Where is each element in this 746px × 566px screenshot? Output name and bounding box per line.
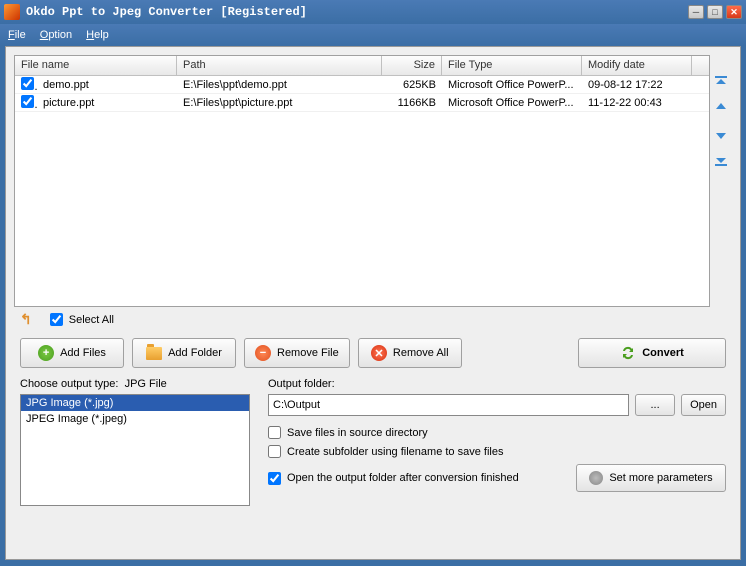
menu-option[interactable]: Option	[40, 29, 72, 41]
table-row[interactable]: demo.pptE:\Files\ppt\demo.ppt625KBMicros…	[15, 76, 709, 94]
menu-file[interactable]: File	[8, 29, 26, 41]
move-up-button[interactable]	[712, 99, 730, 117]
more-parameters-label: Set more parameters	[609, 472, 712, 484]
row-checkbox[interactable]	[21, 77, 34, 90]
cell-path: E:\Files\ppt\picture.ppt	[177, 96, 382, 110]
add-files-label: Add Files	[60, 347, 106, 359]
output-folder-input[interactable]	[268, 394, 629, 416]
remove-file-button[interactable]: − Remove File	[244, 338, 350, 368]
table-row[interactable]: picture.pptE:\Files\ppt\picture.ppt1166K…	[15, 94, 709, 112]
output-type-label: Choose output type: JPG File	[20, 378, 250, 390]
select-all-checkbox[interactable]	[50, 313, 63, 326]
header-date[interactable]: Modify date	[582, 56, 692, 75]
add-folder-label: Add Folder	[168, 347, 222, 359]
up-folder-icon[interactable]: ↰	[20, 311, 32, 328]
list-item[interactable]: JPG Image (*.jpg)	[21, 395, 249, 411]
add-files-button[interactable]: + Add Files	[20, 338, 124, 368]
cell-name: demo.ppt	[37, 78, 177, 92]
titlebar: Okdo Ppt to Jpeg Converter [Registered] …	[0, 0, 746, 24]
add-folder-button[interactable]: Add Folder	[132, 338, 236, 368]
row-checkbox[interactable]	[21, 95, 34, 108]
folder-icon	[146, 347, 162, 360]
grid-header: File name Path Size File Type Modify dat…	[15, 56, 709, 76]
move-top-button[interactable]	[712, 73, 730, 91]
window-title: Okdo Ppt to Jpeg Converter [Registered]	[26, 5, 688, 19]
minimize-button[interactable]: ─	[688, 5, 704, 19]
list-item[interactable]: JPEG Image (*.jpeg)	[21, 411, 249, 427]
more-parameters-button[interactable]: Set more parameters	[576, 464, 726, 492]
open-folder-button[interactable]: Open	[681, 394, 726, 416]
output-folder-label: Output folder:	[268, 378, 726, 390]
select-all-label: Select All	[69, 314, 114, 326]
header-size[interactable]: Size	[382, 56, 442, 75]
x-icon: ✕	[371, 345, 387, 361]
app-logo-icon	[4, 4, 20, 20]
header-path[interactable]: Path	[177, 56, 382, 75]
menu-help[interactable]: Help	[86, 29, 109, 41]
convert-icon	[620, 345, 636, 361]
menubar: File Option Help	[0, 24, 746, 46]
move-bottom-button[interactable]	[712, 151, 730, 169]
header-filename[interactable]: File name	[15, 56, 177, 75]
cell-date: 11-12-22 00:43	[582, 96, 692, 110]
reorder-arrows	[710, 55, 732, 307]
create-subfolder-checkbox[interactable]	[268, 445, 281, 458]
gear-icon	[589, 471, 603, 485]
output-type-list[interactable]: JPG Image (*.jpg)JPEG Image (*.jpeg)	[20, 394, 250, 506]
move-down-button[interactable]	[712, 125, 730, 143]
remove-all-button[interactable]: ✕ Remove All	[358, 338, 462, 368]
save-in-source-checkbox[interactable]	[268, 426, 281, 439]
remove-all-label: Remove All	[393, 347, 449, 359]
convert-label: Convert	[642, 347, 684, 359]
cell-size: 625KB	[382, 78, 442, 92]
cell-path: E:\Files\ppt\demo.ppt	[177, 78, 382, 92]
remove-file-label: Remove File	[277, 347, 339, 359]
file-grid[interactable]: File name Path Size File Type Modify dat…	[14, 55, 710, 307]
plus-icon: +	[38, 345, 54, 361]
cell-type: Microsoft Office PowerP...	[442, 96, 582, 110]
content-area: File name Path Size File Type Modify dat…	[5, 46, 741, 560]
open-after-label: Open the output folder after conversion …	[287, 472, 519, 484]
create-subfolder-label: Create subfolder using filename to save …	[287, 446, 503, 458]
convert-button[interactable]: Convert	[578, 338, 726, 368]
header-type[interactable]: File Type	[442, 56, 582, 75]
open-after-checkbox[interactable]	[268, 472, 281, 485]
cell-type: Microsoft Office PowerP...	[442, 78, 582, 92]
maximize-button[interactable]: □	[707, 5, 723, 19]
cell-size: 1166KB	[382, 96, 442, 110]
browse-button[interactable]: ...	[635, 394, 675, 416]
close-button[interactable]: ✕	[726, 5, 742, 19]
cell-date: 09-08-12 17:22	[582, 78, 692, 92]
cell-name: picture.ppt	[37, 96, 177, 110]
save-in-source-label: Save files in source directory	[287, 427, 428, 439]
minus-icon: −	[255, 345, 271, 361]
